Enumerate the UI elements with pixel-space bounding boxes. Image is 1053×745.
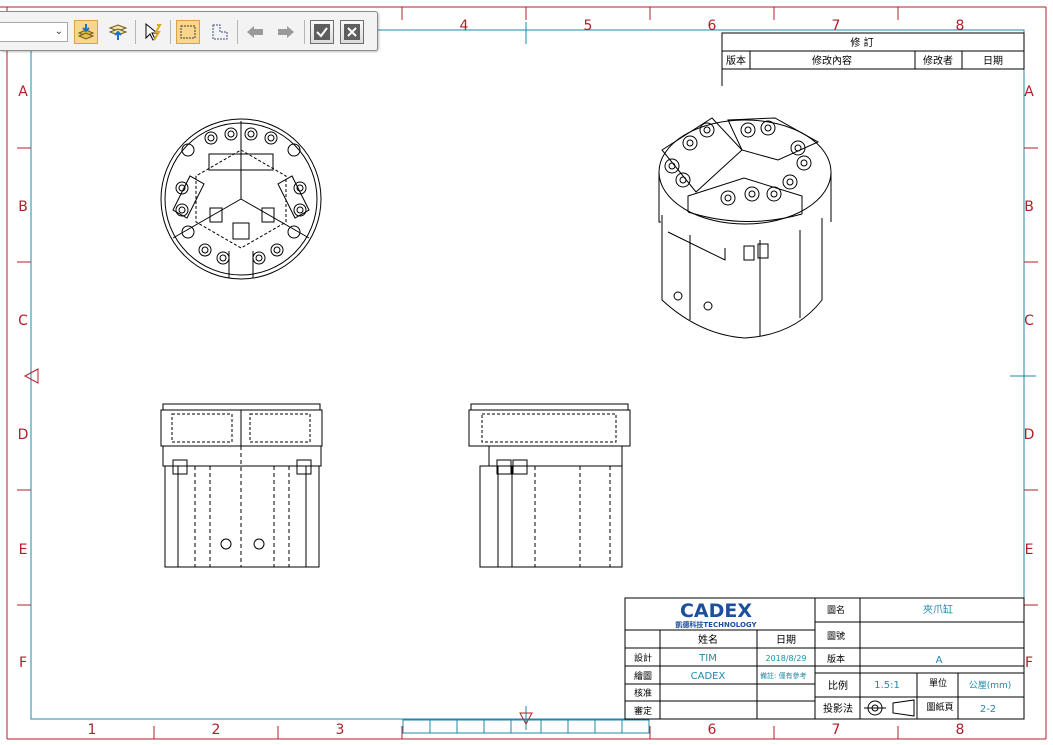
scale-value: 1.5:1 bbox=[874, 680, 900, 691]
zone-row-left-E: E bbox=[19, 542, 28, 558]
zone-col-top-5: 5 bbox=[584, 18, 593, 34]
arrow-right-icon bbox=[278, 26, 294, 38]
zone-row-right-F: F bbox=[1025, 655, 1033, 671]
row-date-design: 2018/8/29 bbox=[765, 654, 806, 663]
zone-col-bottom-2: 2 bbox=[212, 722, 221, 738]
layers-up-icon bbox=[108, 24, 128, 40]
sheet-value: 2-2 bbox=[980, 704, 996, 715]
zone-row-left-D: D bbox=[18, 427, 29, 443]
zone-col-top-6: 6 bbox=[708, 18, 717, 34]
sheet-label: 圖紙頁 bbox=[926, 701, 953, 713]
revision-table: 修 訂 版本 修改內容 修改者 日期 bbox=[721, 32, 1025, 86]
gripper-top-view bbox=[160, 118, 322, 280]
unit-value: 公厘(mm) bbox=[969, 680, 1012, 691]
layers-down-icon bbox=[77, 24, 95, 40]
confirm-button[interactable] bbox=[310, 20, 334, 44]
chevron-down-icon: ⌄ bbox=[54, 26, 63, 37]
zone-col-bottom-3: 3 bbox=[336, 722, 345, 738]
scale-label: 比例 bbox=[828, 679, 848, 692]
confirm-icon bbox=[314, 24, 330, 40]
revision-title: 修 訂 bbox=[850, 36, 873, 49]
company-logo-sub: 凱德科技TECHNOLOGY bbox=[675, 620, 757, 629]
zone-col-bottom-8: 8 bbox=[956, 722, 965, 738]
filter-dropdown[interactable]: ⌄ bbox=[0, 22, 68, 42]
zone-col-bottom-1: 1 bbox=[88, 722, 97, 738]
version-value: A bbox=[936, 655, 943, 666]
selection-toolbar: ⌄ bbox=[0, 11, 378, 51]
layers-up-button[interactable] bbox=[106, 20, 130, 44]
version-label: 版本 bbox=[827, 653, 845, 665]
drawing-name-value: 夾爪缸 bbox=[923, 603, 953, 616]
row-label-approve: 核准 bbox=[634, 687, 652, 699]
zone-row-left-B: B bbox=[18, 199, 28, 215]
zone-ticks bbox=[17, 7, 1038, 739]
centering-marks bbox=[525, 22, 1036, 730]
zone-row-right-B: B bbox=[1024, 199, 1034, 215]
next-button[interactable] bbox=[274, 20, 298, 44]
row-name-design: TIM bbox=[698, 653, 717, 664]
company-logo: CADEX bbox=[680, 600, 752, 622]
zone-col-top-7: 7 bbox=[832, 18, 841, 34]
rectangle-select-icon bbox=[180, 25, 196, 39]
zone-row-left-A: A bbox=[18, 84, 28, 100]
previous-button[interactable] bbox=[243, 20, 267, 44]
cancel-icon bbox=[344, 24, 360, 40]
cursor-select-icon bbox=[145, 22, 162, 41]
polygon-select-button[interactable] bbox=[208, 20, 232, 44]
cancel-button[interactable] bbox=[340, 20, 364, 44]
unit-label: 單位 bbox=[929, 677, 947, 689]
zone-col-top-8: 8 bbox=[956, 18, 965, 34]
gripper-front-view bbox=[160, 403, 323, 568]
polygon-select-icon bbox=[212, 24, 228, 40]
arrow-left-icon bbox=[247, 26, 263, 38]
zone-col-bottom-6: 6 bbox=[708, 722, 717, 738]
zone-col-bottom-7: 7 bbox=[832, 722, 841, 738]
rectangle-select-button[interactable] bbox=[176, 20, 200, 44]
zone-row-left-C: C bbox=[18, 313, 28, 329]
zone-row-right-E: E bbox=[1025, 542, 1034, 558]
toolbar-separator bbox=[135, 20, 136, 44]
revision-col-author: 修改者 bbox=[923, 54, 953, 67]
revision-col-content: 修改內容 bbox=[812, 54, 852, 67]
zone-col-top-4: 4 bbox=[460, 18, 469, 34]
drawing-name-label: 圖名 bbox=[827, 604, 845, 616]
toolbar-separator bbox=[304, 20, 305, 44]
toolbar-separator bbox=[237, 20, 238, 44]
projection-symbol bbox=[864, 699, 915, 717]
drawing-sheet: 4 5 6 7 8 1 2 3 6 7 8 A B C D E F A B C … bbox=[0, 6, 1047, 740]
col-date-header: 日期 bbox=[776, 634, 796, 646]
row-label-review: 審定 bbox=[634, 705, 652, 717]
drawing-no-label: 圖號 bbox=[827, 630, 845, 642]
layers-down-button[interactable] bbox=[74, 20, 98, 44]
zone-row-right-C: C bbox=[1024, 313, 1034, 329]
gripper-isometric-view bbox=[658, 117, 832, 339]
revision-col-version: 版本 bbox=[726, 54, 746, 67]
row-name-drawn: CADEX bbox=[691, 671, 726, 682]
zone-row-right-A: A bbox=[1024, 84, 1034, 100]
toolbar-separator bbox=[170, 20, 171, 44]
col-name-header: 姓名 bbox=[698, 633, 718, 646]
row-label-drawn: 繪圖 bbox=[634, 670, 652, 682]
outer-frame bbox=[0, 6, 1047, 740]
revision-col-date: 日期 bbox=[983, 55, 1003, 67]
zone-row-right-D: D bbox=[1024, 427, 1035, 443]
row-label-design: 設計 bbox=[634, 652, 652, 664]
gripper-side-view bbox=[468, 403, 631, 568]
zone-row-left-F: F bbox=[19, 655, 27, 671]
row-date-drawn: 備註: 僅有參考 bbox=[760, 671, 807, 680]
projection-label: 投影法 bbox=[823, 702, 853, 715]
inner-frame bbox=[30, 29, 1025, 720]
cursor-select-button[interactable] bbox=[141, 20, 165, 44]
